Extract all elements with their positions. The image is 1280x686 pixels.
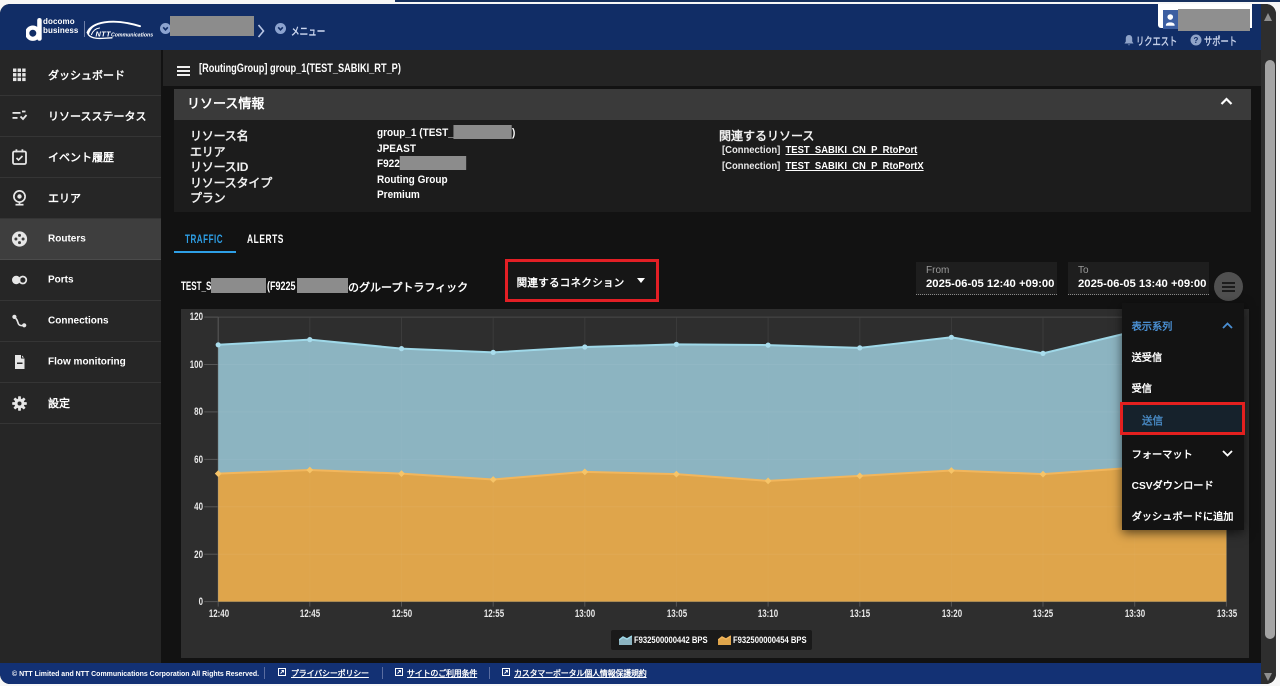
svg-text:?: ? — [1194, 36, 1199, 45]
svg-text:NTT: NTT — [96, 30, 112, 39]
svg-text:Communications: Communications — [111, 33, 153, 39]
